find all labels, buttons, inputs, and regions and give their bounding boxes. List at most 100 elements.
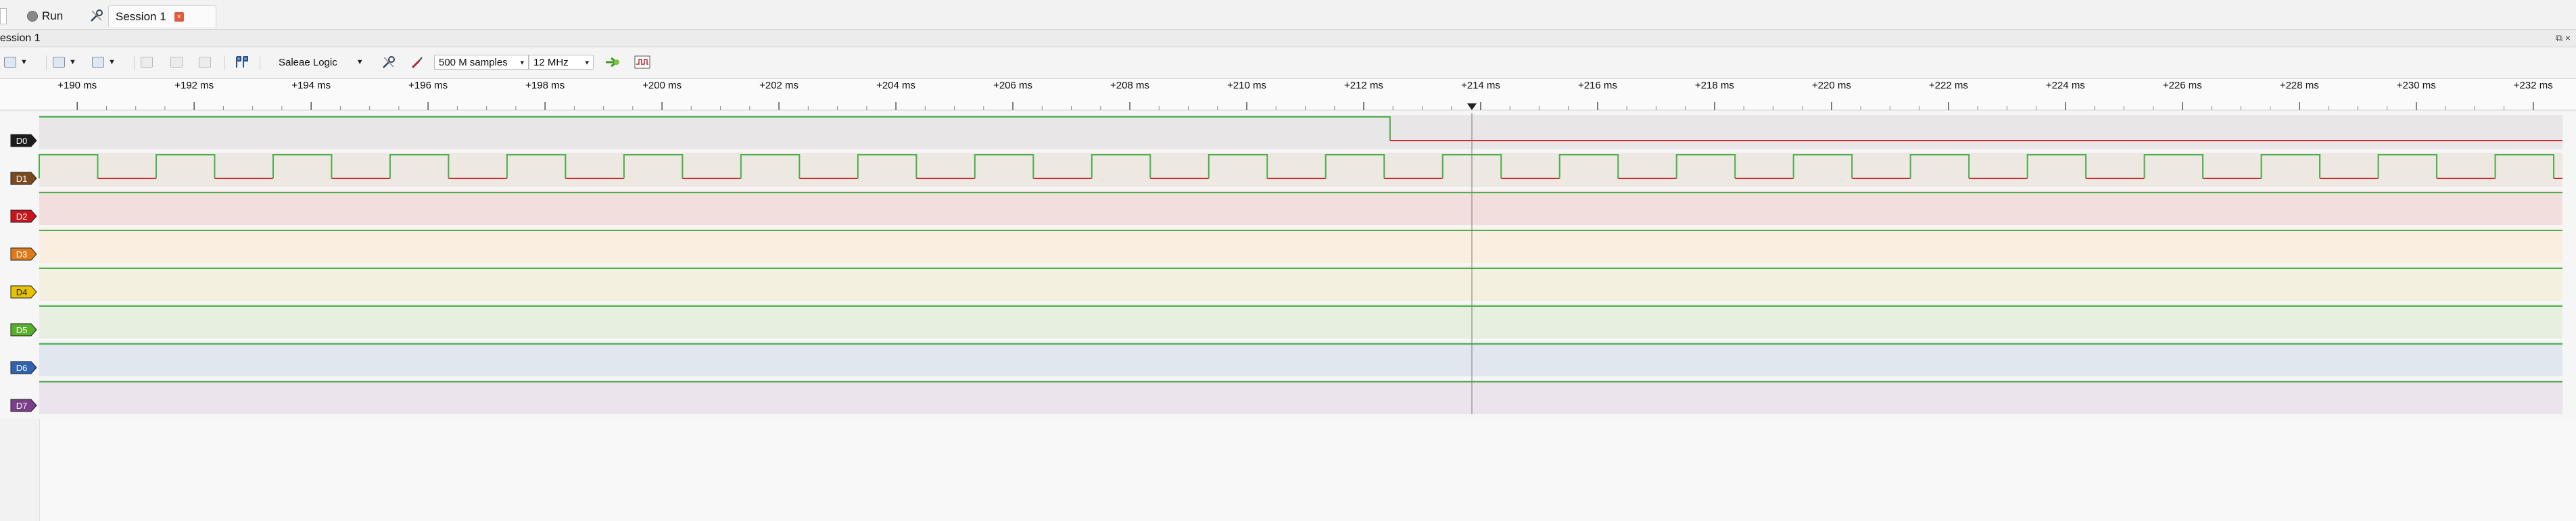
- channel-name: D0: [16, 136, 28, 146]
- run-button[interactable]: Run: [27, 5, 63, 27]
- channel-tag-d4[interactable]: D4: [10, 285, 37, 299]
- sidebar-edge: [0, 8, 7, 24]
- ruler-tick-label: +222 ms: [1929, 80, 1968, 91]
- ruler-tick-label: +232 ms: [2514, 80, 2553, 91]
- chevron-down-icon: ▾: [585, 58, 589, 67]
- channel-band-d6: [39, 342, 2562, 376]
- trigger-button[interactable]: [410, 55, 425, 70]
- channel-name: D7: [16, 401, 28, 411]
- empty-area: [0, 419, 2576, 521]
- ruler-tick-label: +226 ms: [2163, 80, 2202, 91]
- tab-session-1[interactable]: Session 1 ×: [108, 5, 216, 27]
- zoom-fit-button[interactable]: [141, 55, 153, 70]
- time-ruler[interactable]: +190 ms +192 ms +194 ms +196 ms +198 ms +200 …: [0, 79, 2576, 111]
- probe-icon: [411, 57, 423, 69]
- ruler-tick-label: +218 ms: [1695, 80, 1734, 91]
- ruler-tick-label: +190 ms: [57, 80, 97, 91]
- device-settings-icon[interactable]: [89, 8, 104, 23]
- waveform-view[interactable]: +190 ms +192 ms +194 ms +196 ms +198 ms +200 …: [0, 79, 2576, 419]
- channel-band-d1: [39, 153, 2562, 187]
- samples-select[interactable]: 500 M samples ▾: [434, 55, 529, 70]
- channel-band-d2: [39, 191, 2562, 225]
- zoom-out-icon: [199, 57, 211, 68]
- left-panel: [0, 419, 40, 521]
- channel-tag-d6[interactable]: D6: [10, 361, 37, 374]
- ruler-tick-label: +220 ms: [1812, 80, 1851, 91]
- ruler-tick-label: +194 ms: [291, 80, 331, 91]
- ruler-tick-label: +200 ms: [642, 80, 682, 91]
- toolbar: ▼ ▼ ▼ Saleae Logic ▼ 500 M samples ▾ 12 M…: [0, 47, 2576, 79]
- chevron-down-icon: ▼: [69, 58, 76, 66]
- ruler-tick-label: +198 ms: [525, 80, 565, 91]
- zoom-out-button[interactable]: [199, 55, 211, 70]
- session-tab-label: Session 1: [116, 9, 166, 23]
- run-label: Run: [42, 9, 64, 22]
- toolbar-divider: [224, 55, 225, 70]
- channel-tag-d0[interactable]: D0: [10, 134, 37, 147]
- channel-band-d3: [39, 228, 2562, 263]
- markers-icon: [236, 56, 248, 68]
- export-button[interactable]: ▼: [92, 55, 116, 70]
- channel-name: D5: [16, 325, 28, 335]
- session-title: ession 1: [0, 32, 41, 44]
- ruler-tick-label: +224 ms: [2046, 80, 2085, 91]
- channel-name: D2: [16, 212, 28, 222]
- save-icon: [53, 57, 65, 68]
- channel-band-d5: [39, 304, 2562, 339]
- analyzer-button[interactable]: [634, 55, 650, 70]
- channel-tag-d5[interactable]: D5: [10, 323, 37, 337]
- zoom-fit-icon: [141, 57, 153, 68]
- channel-tags: D0 D1 D2 D3 D4 D5 D6 D7: [10, 134, 37, 412]
- channel-band-d4: [39, 266, 2562, 301]
- ruler-tick-label: +210 ms: [1227, 80, 1266, 91]
- layout-icon: [4, 57, 16, 68]
- menu-bar: Run Session 1 ×: [0, 0, 2576, 30]
- channel-band-d7: [39, 380, 2562, 414]
- save-button[interactable]: ▼: [53, 55, 76, 70]
- channel-name: D6: [16, 363, 28, 373]
- rate-select[interactable]: 12 MHz ▾: [529, 55, 594, 70]
- channel-bands: [39, 115, 2562, 414]
- channel-tag-d7[interactable]: D7: [10, 399, 37, 412]
- chevron-down-icon: ▼: [20, 58, 28, 66]
- ruler-tick-label: +204 ms: [876, 80, 915, 91]
- markers-button[interactable]: [234, 55, 249, 70]
- channel-tag-d2[interactable]: D2: [10, 209, 37, 223]
- export-icon: [92, 57, 104, 68]
- close-session-icon[interactable]: ×: [174, 11, 184, 22]
- channel-tag-d3[interactable]: D3: [10, 247, 37, 261]
- device-select[interactable]: Saleae Logic ▼: [279, 55, 364, 70]
- layout-menu-button[interactable]: ▼: [4, 55, 28, 70]
- chevron-down-icon: ▼: [356, 58, 364, 66]
- ruler-tick-label: +196 ms: [408, 80, 448, 91]
- start-icon: [606, 57, 619, 68]
- channel-tag-d1[interactable]: D1: [10, 172, 37, 185]
- channel-band-d0: [39, 115, 2562, 149]
- rate-value: 12 MHz: [533, 56, 569, 68]
- ruler-tick-label: +216 ms: [1578, 80, 1617, 91]
- samples-value: 500 M samples: [439, 56, 508, 68]
- toolbar-divider: [134, 55, 135, 70]
- ruler-tick-label: +202 ms: [759, 80, 798, 91]
- channel-name: D3: [16, 249, 28, 259]
- ruler-tick-label: +228 ms: [2280, 80, 2319, 91]
- wrench-icon: [383, 56, 395, 68]
- zoom-in-icon: [170, 57, 183, 68]
- ruler-tick-label: +206 ms: [993, 80, 1032, 91]
- chevron-down-icon: ▾: [520, 58, 524, 67]
- toolbar-divider: [46, 55, 47, 70]
- session-header: ession 1 ⧉ ×: [0, 30, 2576, 47]
- ruler-tick-label: +208 ms: [1110, 80, 1149, 91]
- waveform-icon: [634, 55, 650, 69]
- channel-name: D1: [16, 174, 28, 184]
- chevron-down-icon: ▼: [108, 58, 116, 66]
- window-controls[interactable]: ⧉ ×: [2556, 30, 2571, 47]
- ruler-tick-label: +214 ms: [1461, 80, 1500, 91]
- device-options-button[interactable]: [381, 55, 396, 70]
- ruler-tick-label: +192 ms: [174, 80, 214, 91]
- device-label: Saleae Logic: [279, 56, 337, 68]
- ruler-tick-label: +230 ms: [2397, 80, 2436, 91]
- run-icon: [27, 11, 38, 22]
- zoom-in-button[interactable]: [170, 55, 183, 70]
- start-capture-button[interactable]: [604, 55, 621, 70]
